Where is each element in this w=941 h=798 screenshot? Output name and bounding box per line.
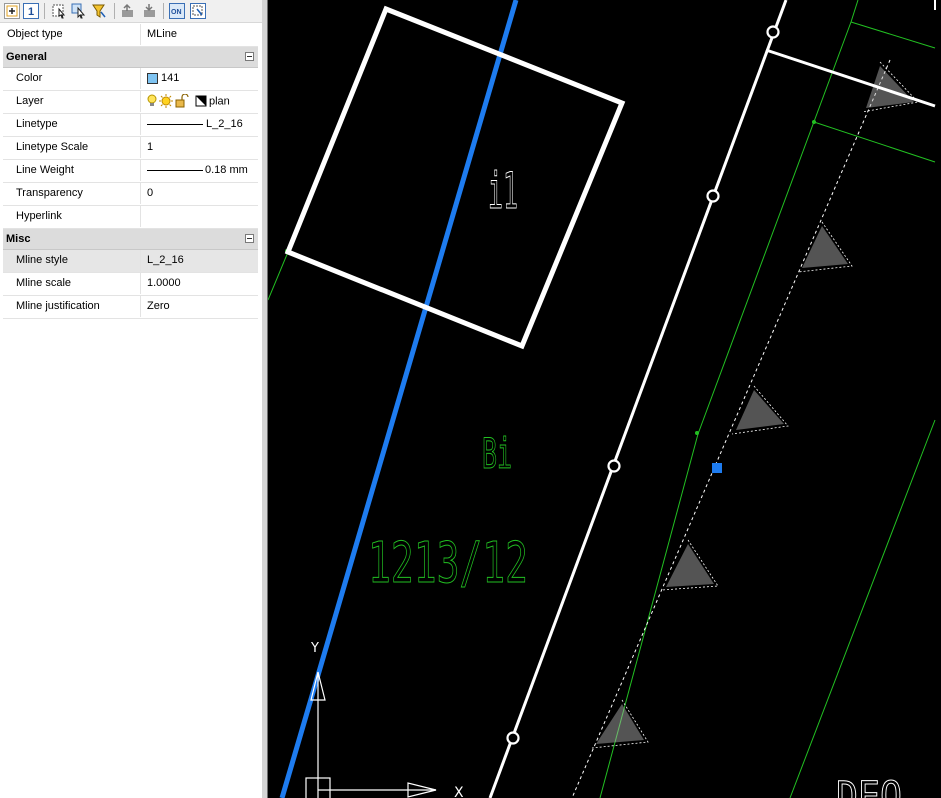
color-swatch-icon (147, 72, 158, 84)
linetype-value: L_2_16 (206, 118, 243, 130)
import-icon[interactable] (142, 3, 158, 19)
mline-justification-value[interactable]: Zero (142, 296, 258, 317)
label-partial[interactable]: DEO (836, 774, 903, 798)
linetype-label: Linetype (3, 114, 141, 135)
settings-icon[interactable] (190, 3, 206, 19)
transparency-label: Transparency (3, 183, 141, 204)
color-value: 141 (161, 72, 180, 84)
mline-style-row[interactable]: Mline style L_2_16 (3, 250, 258, 273)
linetype-value-cell[interactable]: L_2_16 (142, 114, 258, 135)
line-weight-value-cell[interactable]: 0.18 mm (142, 160, 258, 181)
mline-justification-label: Mline justification (3, 296, 141, 317)
misc-category-title: Misc (6, 233, 31, 245)
layer-value: plan (209, 95, 230, 108)
transparency-row[interactable]: Transparency 0 (3, 183, 258, 206)
print-style-icon (195, 95, 207, 107)
grip-point[interactable] (712, 463, 722, 473)
general-category[interactable]: General (3, 47, 258, 68)
export-icon[interactable] (120, 3, 136, 19)
label-bi[interactable]: Bi (482, 429, 513, 479)
label-parcel[interactable]: 1213/12 (368, 531, 529, 597)
misc-category[interactable]: Misc (3, 229, 258, 250)
on-icon[interactable]: ON (169, 3, 185, 19)
quick-select-icon[interactable] (71, 3, 87, 19)
general-category-title: General (6, 51, 47, 63)
svg-text:1: 1 (28, 6, 34, 18)
sun-icon (159, 94, 173, 109)
line-weight-value: 0.18 mm (205, 164, 248, 176)
collapse-misc-icon[interactable] (245, 234, 254, 243)
line-weight-label: Line Weight (3, 160, 141, 181)
label-i1[interactable]: i1 (488, 162, 519, 221)
color-row[interactable]: Color 141 (3, 68, 258, 91)
toggle-pickadd-icon[interactable] (4, 3, 20, 19)
mline-scale-row[interactable]: Mline scale 1.0000 (3, 273, 258, 296)
property-grid: Object type MLine General Color 141 Laye… (3, 24, 258, 319)
linetype-preview (147, 123, 203, 125)
layer-row[interactable]: Layer plan (3, 91, 258, 114)
collapse-general-icon[interactable] (245, 52, 254, 61)
color-label: Color (3, 68, 141, 89)
drawing-canvas[interactable]: i1 Bi 1213/12 DEO Y X (268, 0, 941, 798)
line-weight-row[interactable]: Line Weight 0.18 mm (3, 160, 258, 183)
transparency-value[interactable]: 0 (142, 183, 258, 204)
linetype-scale-row[interactable]: Linetype Scale 1 (3, 137, 258, 160)
object-type-value[interactable]: MLine (142, 24, 258, 45)
select-objects-icon[interactable] (51, 3, 67, 19)
mline-style-value[interactable]: L_2_16 (142, 250, 258, 271)
line-weight-preview (147, 169, 203, 171)
properties-toolbar: 1 ON (0, 0, 262, 23)
mline-scale-label: Mline scale (3, 273, 141, 294)
lightbulb-icon (147, 94, 157, 107)
hyperlink-label: Hyperlink (3, 206, 141, 227)
hyperlink-row[interactable]: Hyperlink (3, 206, 258, 229)
linetype-scale-label: Linetype Scale (3, 137, 141, 158)
layer-state-icons (147, 91, 209, 112)
linetype-row[interactable]: Linetype L_2_16 (3, 114, 258, 137)
ucs-x-label: X (454, 785, 464, 798)
svg-text:ON: ON (171, 9, 182, 16)
layer-value-cell[interactable]: plan (142, 91, 258, 112)
mline-style-label: Mline style (3, 250, 141, 271)
filter-icon[interactable] (91, 3, 107, 19)
hyperlink-value[interactable] (142, 206, 258, 227)
mline-scale-value[interactable]: 1.0000 (142, 273, 258, 294)
properties-panel: 1 ON Object type MLine General Color 141… (0, 0, 262, 798)
color-value-cell[interactable]: 141 (142, 68, 258, 89)
object-type-label: Object type (3, 24, 141, 45)
linetype-scale-value[interactable]: 1 (142, 137, 258, 158)
unlock-icon (175, 93, 189, 108)
object-type-row[interactable]: Object type MLine (3, 24, 258, 47)
ucs-y-label: Y (310, 641, 319, 656)
layer-label: Layer (3, 91, 141, 112)
pickfirst-one-icon[interactable]: 1 (23, 3, 39, 19)
mline-justification-row[interactable]: Mline justification Zero (3, 296, 258, 319)
